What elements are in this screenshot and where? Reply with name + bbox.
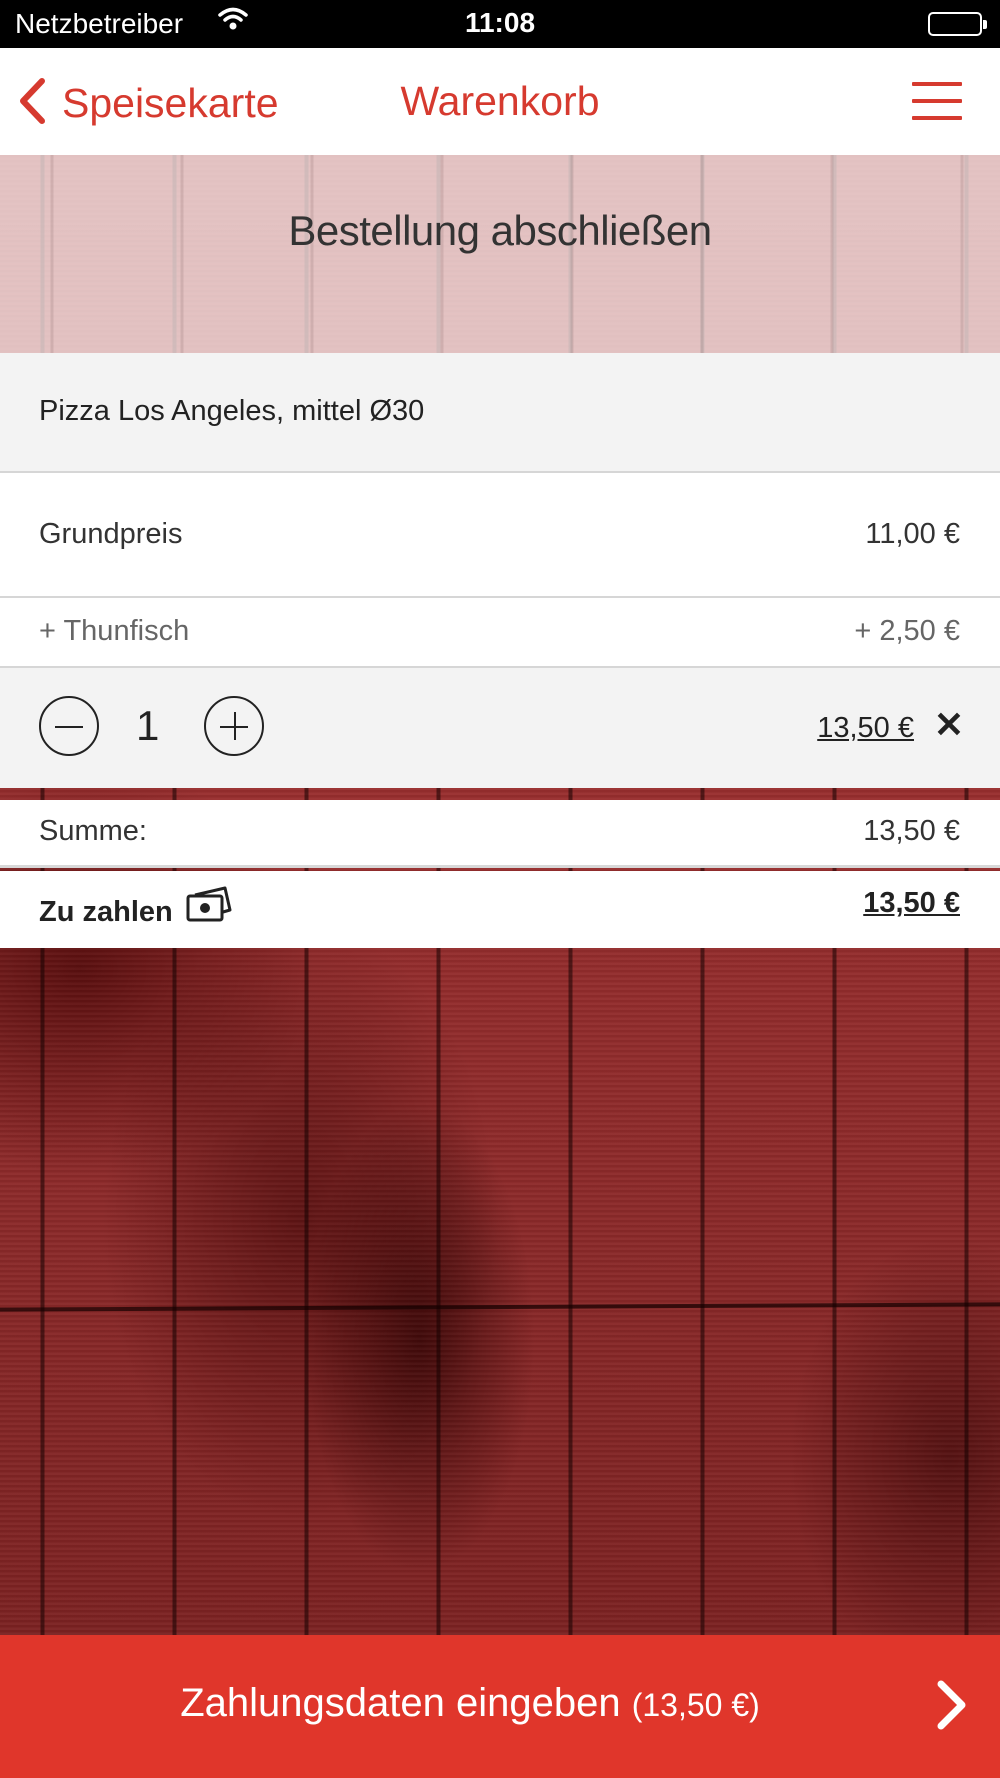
cart-item-header: Pizza Los Angeles, mittel Ø30: [0, 353, 1000, 473]
status-bar: Netzbetreiber 11:08: [0, 0, 1000, 48]
chevron-right-icon: [934, 1679, 968, 1736]
plank-seam: [0, 1302, 1000, 1312]
increase-quantity-button[interactable]: [204, 696, 264, 756]
subtotal-value: 13,50 €: [863, 815, 960, 847]
base-price-value: 11,00 €: [865, 518, 960, 550]
navigation-bar: Speisekarte Warenkorb: [0, 48, 1000, 155]
quantity-value: 1: [136, 702, 160, 749]
cta-label: Zahlungsdaten eingeben: [180, 1681, 621, 1725]
amount-due-row: Zu zahlen 13,50 €: [0, 871, 1000, 948]
extra-topping-label: + Thunfisch: [39, 615, 190, 647]
extra-topping-price: + 2,50 €: [854, 615, 960, 647]
quantity-row: 1 13,50 € ✕: [0, 668, 1000, 788]
cta-amount: (13,50 €): [631, 1687, 760, 1723]
decrease-quantity-button[interactable]: [39, 696, 99, 756]
base-price-row: Grundpreis 11,00 €: [0, 473, 1000, 598]
cart-item-name: Pizza Los Angeles, mittel Ø30: [39, 395, 425, 427]
section-banner: Bestellung abschließen: [0, 155, 1000, 353]
section-heading: Bestellung abschließen: [288, 207, 712, 254]
hamburger-menu-icon[interactable]: [912, 82, 962, 122]
clock: 11:08: [464, 7, 536, 38]
subtotal-label: Summe:: [39, 815, 147, 847]
base-price-label: Grundpreis: [39, 518, 183, 550]
cash-icon: [185, 884, 235, 932]
enter-payment-details-button[interactable]: Zahlungsdaten eingeben (13,50 €): [0, 1635, 1000, 1778]
page-title: Warenkorb: [0, 78, 1000, 125]
battery-icon: [928, 12, 987, 36]
extra-topping-row: + Thunfisch + 2,50 €: [0, 598, 1000, 668]
remove-item-close-icon[interactable]: ✕: [934, 704, 964, 746]
amount-due-label: Zu zahlen: [39, 896, 173, 928]
cta-label-wrap: Zahlungsdaten eingeben (13,50 €): [0, 1681, 940, 1726]
page-title-text: Warenkorb: [400, 78, 600, 124]
line-total: 13,50 €: [817, 712, 914, 744]
subtotal-row: Summe: 13,50 €: [0, 800, 1000, 868]
amount-due-value: 13,50 €: [863, 887, 960, 919]
